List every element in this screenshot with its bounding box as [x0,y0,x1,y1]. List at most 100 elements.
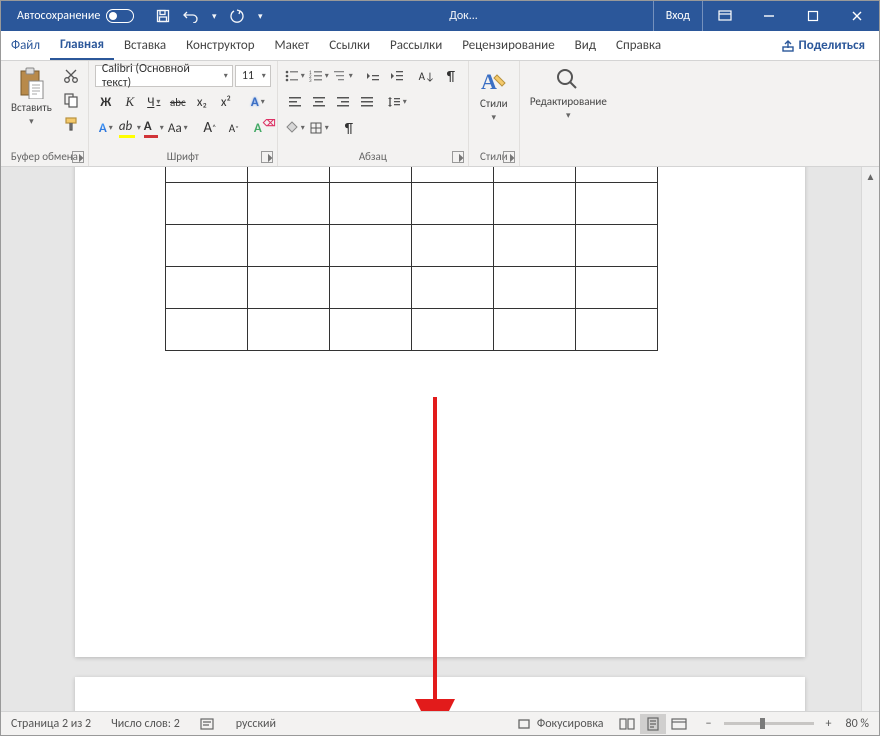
paragraph-marks-button[interactable]: ¶ [338,117,360,139]
styles-button[interactable]: A Стили ▾ [475,65,513,123]
shading-button[interactable] [284,117,306,139]
document-table-top[interactable] [165,167,658,351]
copy-button[interactable] [60,89,82,111]
editing-button[interactable]: Редактирование ▾ [526,65,611,121]
group-clipboard: Вставить ▾ Буфер обмена [1,61,89,166]
tab-review[interactable]: Рецензирование [452,31,564,60]
focus-mode-button[interactable]: Фокусировка [507,717,614,731]
font-color-button[interactable]: A [143,117,165,139]
font-launcher[interactable] [261,151,273,163]
document-stage[interactable]: Продолжение таблицы ▲ [1,167,879,711]
minimize-button[interactable] [747,1,791,31]
autosave-toggle[interactable]: Автосохранение [1,9,144,23]
decrease-indent-button[interactable] [362,65,384,87]
text-effects2-button[interactable]: A [95,117,117,139]
ribbon: Вставить ▾ Буфер обмена Calibri (Основно [1,61,879,167]
underline-button[interactable]: Ч [143,91,165,113]
font-name-combo[interactable]: Calibri (Основной текст) [95,65,233,87]
styles-launcher[interactable] [503,151,515,163]
undo-dropdown-icon[interactable]: ▾ [210,7,218,25]
vertical-scrollbar[interactable]: ▲ [861,167,879,711]
numbering-button[interactable]: 123 [308,65,330,87]
change-case-button[interactable]: Aa [167,117,189,139]
align-right-button[interactable] [332,91,354,113]
grow-font-button[interactable]: A˄ [199,117,221,139]
line-spacing-button[interactable] [386,91,408,113]
borders-button[interactable] [308,117,330,139]
tab-file[interactable]: Файл [1,31,50,60]
zoom-level[interactable]: 80 % [836,717,879,731]
close-button[interactable] [835,1,879,31]
tab-design[interactable]: Конструктор [176,31,264,60]
paragraph-launcher[interactable] [452,151,464,163]
read-mode-button[interactable] [614,714,640,734]
chevron-down-icon: ▾ [566,110,571,121]
bold-button[interactable]: Ж [95,91,117,113]
tab-mailings[interactable]: Рассылки [380,31,452,60]
group-paragraph: 123 A↓ ¶ ¶ [278,61,469,166]
share-button[interactable]: Поделиться [767,31,879,60]
clipboard-label: Буфер обмена [7,148,82,166]
font-label: Шрифт [95,148,271,166]
cut-button[interactable] [60,65,82,87]
chevron-down-icon: ▾ [29,116,34,127]
toggle-switch[interactable] [106,9,134,23]
scroll-up-icon[interactable]: ▲ [862,167,879,185]
status-language[interactable]: русский [226,717,286,731]
tab-layout[interactable]: Макет [265,31,320,60]
focus-label: Фокусировка [537,717,604,731]
font-size-combo[interactable]: 11 [235,65,271,87]
format-painter-button[interactable] [60,113,82,135]
search-icon [555,67,581,93]
status-bar: Страница 2 из 2 Число слов: 2 русский Фо… [1,711,879,735]
ribbon-tabs: Файл Главная Вставка Конструктор Макет С… [1,31,879,61]
increase-indent-button[interactable] [386,65,408,87]
show-marks-button[interactable]: ¶ [440,65,462,87]
styles-label-btn: Стили [480,97,508,110]
status-words[interactable]: Число слов: 2 [101,717,190,731]
tab-references[interactable]: Ссылки [319,31,380,60]
status-page[interactable]: Страница 2 из 2 [1,717,101,731]
align-center-button[interactable] [308,91,330,113]
save-icon[interactable] [154,7,172,25]
paste-button[interactable]: Вставить ▾ [7,65,56,127]
paste-label: Вставить [11,101,52,114]
window-controls: Вход [653,1,879,31]
redo-icon[interactable] [228,7,246,25]
justify-button[interactable] [356,91,378,113]
group-editing: Редактирование ▾ [520,61,617,166]
clipboard-launcher[interactable] [72,151,84,163]
zoom-in-button[interactable]: + [822,717,836,731]
maximize-button[interactable] [791,1,835,31]
tab-view[interactable]: Вид [565,31,606,60]
print-layout-button[interactable] [640,714,666,734]
login-button[interactable]: Вход [653,1,703,31]
shrink-font-button[interactable]: A˅ [223,117,245,139]
share-label: Поделиться [799,38,865,53]
multilevel-button[interactable] [332,65,354,87]
zoom-out-button[interactable]: − [702,717,716,731]
styles-icon: A [479,67,509,95]
ribbon-display-button[interactable] [703,1,747,31]
tab-insert[interactable]: Вставка [114,31,176,60]
tab-help[interactable]: Справка [606,31,671,60]
sort-button[interactable]: A↓ [416,65,438,87]
status-proofing[interactable] [190,717,226,731]
web-layout-button[interactable] [666,714,692,734]
highlight-button[interactable]: ab [119,117,141,139]
align-left-button[interactable] [284,91,306,113]
subscript-button[interactable]: x₂ [191,91,213,113]
strike-button[interactable]: abc [167,91,189,113]
undo-icon[interactable] [182,7,200,25]
qat-customize-icon[interactable]: ▾ [256,7,264,25]
superscript-button[interactable]: x² [215,91,237,113]
tab-home[interactable]: Главная [50,31,114,60]
italic-button[interactable]: К [119,91,141,113]
clipboard-icon [17,67,45,99]
svg-text:A: A [481,69,497,94]
editing-label: Редактирование [530,95,607,108]
text-effects-button[interactable]: A [247,91,269,113]
zoom-slider[interactable] [724,722,814,725]
clear-format-button[interactable]: A⌫ [247,117,269,139]
bullets-button[interactable] [284,65,306,87]
